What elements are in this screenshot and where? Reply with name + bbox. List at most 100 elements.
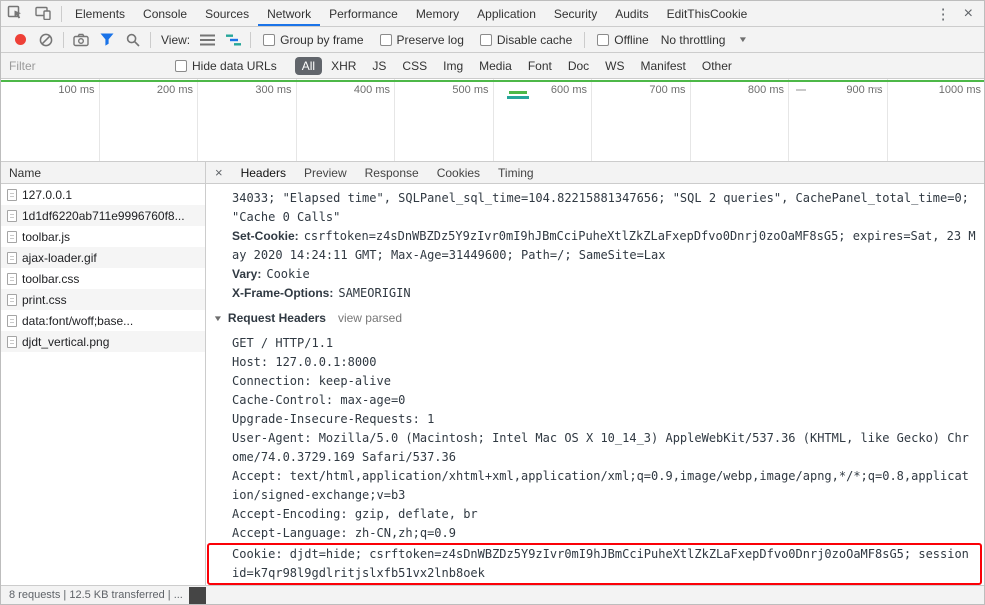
checkbox-label: Offline [614,32,649,47]
checkbox-box [263,33,276,46]
tab-editthiscookie[interactable]: EditThisCookie [658,1,757,26]
response-header-x-frame-options: X-Frame-Options: SAMEORIGIN [232,284,976,303]
timeline-tick: 400 ms [297,79,395,161]
filter-pill-doc[interactable]: Doc [561,57,596,75]
tab-sources[interactable]: Sources [196,1,258,26]
detail-tab-cookies[interactable]: Cookies [428,162,489,183]
throttling-select[interactable]: No throttling ▼ [661,33,749,47]
filter-pill-xhr[interactable]: XHR [324,57,363,75]
close-detail-icon[interactable]: × [206,165,232,180]
view-parsed-link[interactable]: view parsed [338,309,402,328]
filter-pill-all[interactable]: All [294,56,323,75]
request-row[interactable]: 127.0.0.1 [1,184,205,205]
inspect-cursor-icon [7,4,23,20]
timeline-tick: 700 ms [592,79,691,161]
search-button[interactable] [120,29,146,51]
device-toolbar-button[interactable] [29,1,57,23]
tab-console[interactable]: Console [134,1,196,26]
timeline-tick: 900 ms [789,79,888,161]
timeline-tick: 100 ms [1,79,100,161]
waterfall-overview-icon [225,34,241,46]
tab-application[interactable]: Application [468,1,545,26]
filter-pill-other[interactable]: Other [695,57,739,75]
tab-security[interactable]: Security [545,1,606,26]
request-row[interactable]: ajax-loader.gif [1,247,205,268]
preserve-log-checkbox[interactable]: Preserve log [379,33,464,47]
large-rows-toggle-button[interactable] [194,29,220,51]
checkbox-box [175,59,187,72]
response-header-continuation: 34033; "Elapsed time", SQLPanel_sql_time… [232,191,969,224]
detail-tabbar: × Headers Preview Response Cookies Timin… [206,162,984,184]
filter-pill-img[interactable]: Img [436,57,470,75]
request-headers-section-toggle[interactable]: ▼ Request Headers view parsed [212,309,976,328]
filter-pill-manifest[interactable]: Manifest [634,57,693,75]
request-row[interactable]: djdt_vertical.png [1,331,205,352]
image-icon [7,335,17,348]
detail-tab-response[interactable]: Response [356,162,428,183]
separator [150,31,151,48]
record-network-log-button[interactable] [7,29,33,51]
pane-resize-handle[interactable] [189,587,206,604]
search-icon [126,33,140,47]
response-header-vary: Vary: Cookie [232,265,976,284]
list-rows-icon [199,34,215,46]
filter-pill-font[interactable]: Font [521,57,559,75]
waterfall-mark [796,89,806,91]
filter-pill-js[interactable]: JS [365,57,393,75]
section-title: Request Headers [227,311,326,325]
device-toolbar-icon [35,5,51,20]
filter-pill-css[interactable]: CSS [395,57,434,75]
raw-request-line: Accept-Encoding: gzip, deflate, br [232,507,478,521]
request-row[interactable]: toolbar.js [1,226,205,247]
header-name: Vary: [232,267,262,281]
tab-elements[interactable]: Elements [66,1,134,26]
capture-screenshots-button[interactable] [68,29,94,51]
hide-data-urls-checkbox[interactable]: Hide data URLs [175,59,277,73]
offline-checkbox[interactable]: Offline [597,32,649,47]
response-header-set-cookie: Set-Cookie: csrftoken=z4sDnWBZDz5Y9zIvr0m… [232,227,976,265]
network-filter-bar: Hide data URLs All XHR JS CSS Img Media … [1,53,984,79]
tab-memory[interactable]: Memory [407,1,468,26]
image-icon [7,251,17,264]
tab-performance[interactable]: Performance [320,1,407,26]
detail-tab-preview[interactable]: Preview [295,162,356,183]
tab-audits[interactable]: Audits [606,1,657,26]
separator [63,31,64,48]
inspect-element-button[interactable] [1,1,29,23]
request-row[interactable]: toolbar.css [1,268,205,289]
checkbox-box [597,33,610,46]
show-overview-toggle-button[interactable] [220,29,246,51]
filter-input[interactable] [9,58,167,73]
network-toolbar: View: Group by frame Preserve log Disabl… [1,27,984,53]
waterfall-mark [509,91,527,94]
raw-request-line: Accept-Language: zh-CN,zh;q=0.9 [232,526,456,540]
disclosure-triangle-icon: ▼ [212,314,224,323]
filter-pill-media[interactable]: Media [472,57,519,75]
detail-tab-timing[interactable]: Timing [489,162,543,183]
waterfall-mark [873,87,880,89]
filter-pill-ws[interactable]: WS [598,57,631,75]
detail-tab-headers[interactable]: Headers [232,162,295,183]
overflow-menu-icon[interactable]: ⋮ [927,5,960,23]
chevron-down-icon: ▼ [738,35,749,44]
clear-network-log-button[interactable] [33,29,59,51]
status-summary: 8 requests | 12.5 KB transferred | ... [9,589,183,601]
close-devtools-icon[interactable]: × [960,5,984,23]
disable-cache-checkbox[interactable]: Disable cache [479,33,572,47]
script-icon [7,230,17,243]
tab-network[interactable]: Network [258,1,320,26]
resource-type-filters: All XHR JS CSS Img Media Font Doc WS Man… [294,56,741,75]
request-row[interactable]: 1d1df6220ab711e9996760f8... [1,205,205,226]
font-icon [7,314,17,327]
header-name: Set-Cookie: [232,229,299,243]
group-by-frame-checkbox[interactable]: Group by frame [263,33,364,47]
network-overview[interactable]: 100 ms 200 ms 300 ms 400 ms 500 ms 600 m… [1,79,984,162]
raw-request-line: Connection: keep-alive [232,374,391,388]
request-row[interactable]: print.css [1,289,205,310]
clear-icon [39,33,53,47]
filter-toggle-button[interactable] [94,29,120,51]
name-column-header[interactable]: Name [1,162,205,184]
header-value: Cookie [266,267,310,281]
request-row[interactable]: data:font/woff;base... [1,310,205,331]
separator [584,31,586,48]
